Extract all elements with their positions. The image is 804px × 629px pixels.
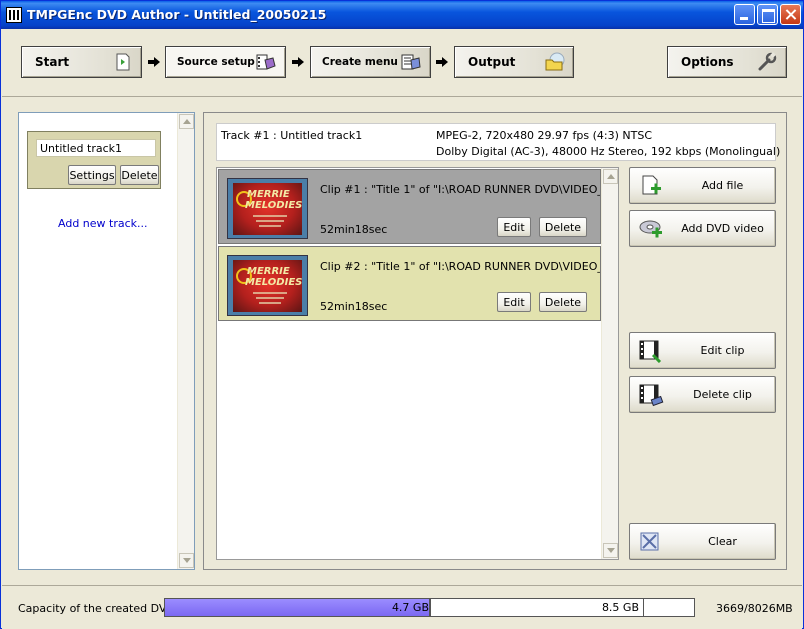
capacity-label: Capacity of the created DVD: [18,602,179,615]
step-arrow-icon [436,56,448,68]
clip-thumbnail: MERRIE MELODIES [227,178,308,239]
edit-clip-label: Edit clip [700,344,745,357]
add-file-button[interactable]: Add file [629,167,776,204]
add-dvd-video-button[interactable]: Add DVD video [629,210,776,247]
track-name-field[interactable]: Untitled track1 [36,139,156,157]
clip-duration: 52min18sec [320,300,388,313]
clip-list: MERRIE MELODIES Clip #1 : "Title 1" of "… [216,167,619,560]
add-file-label: Add file [701,179,744,192]
clear-x-icon [640,532,659,551]
track-list-scrollbar[interactable] [177,113,194,569]
track-info-title: Track #1 : Untitled track1 [221,129,363,142]
clip-title: Clip #2 : "Title 1" of "I:\ROAD RUNNER D… [320,260,600,273]
step-arrow-icon [292,56,304,68]
track-info-box: Track #1 : Untitled track1 MPEG-2, 720x4… [216,123,780,161]
step-output-label: Output [468,55,516,69]
options-label: Options [681,55,734,69]
clip-delete-button[interactable]: Delete [539,217,587,237]
clear-button[interactable]: Clear [629,523,776,560]
track-settings-button[interactable]: Settings [68,165,116,185]
add-file-icon [642,175,661,195]
options-button[interactable]: Options [667,46,787,78]
dvd-disc-icon [639,220,662,238]
step-start-button[interactable]: Start [21,46,142,78]
clip-item[interactable]: MERRIE MELODIES Clip #2 : "Title 1" of "… [218,246,601,321]
clip-title: Clip #1 : "Title 1" of "I:\ROAD RUNNER D… [320,183,600,196]
page-arrow-icon [116,53,130,71]
minimize-button[interactable] [734,4,755,25]
track-info-audio: Dolby Digital (AC-3), 48000 Hz Stereo, 1… [436,145,781,158]
capacity-mark-4-7: 4.7 GB [391,601,429,614]
close-button[interactable] [780,4,801,25]
capacity-divider [430,599,431,616]
film-delete-icon [639,384,664,407]
track-info-video: MPEG-2, 720x480 29.97 fps (4:3) NTSC [436,129,653,142]
capacity-divider [643,599,644,616]
maximize-button[interactable] [757,4,778,25]
clip-duration: 52min18sec [320,223,388,236]
step-start-label: Start [35,55,70,69]
clip-item[interactable]: MERRIE MELODIES Clip #1 : "Title 1" of "… [218,169,601,244]
app-icon [6,7,22,23]
track-card[interactable]: Untitled track1 Settings Delete [27,131,161,189]
clip-delete-button[interactable]: Delete [539,292,587,312]
step-arrow-icon [148,56,160,68]
clip-thumbnail: MERRIE MELODIES [227,255,308,316]
status-bar: Capacity of the created DVD: 4.7 GB 8.5 … [2,585,802,629]
capacity-mark-8-5: 8.5 GB [601,601,639,614]
delete-clip-button[interactable]: Delete clip [629,376,776,413]
track-list-panel: Untitled track1 Settings Delete Add new … [18,112,195,570]
menu-box-icon [401,54,421,70]
capacity-bar: 4.7 GB 8.5 GB [164,598,695,617]
step-create-menu-button[interactable]: Create menu [310,46,431,78]
source-setup-panel: Track #1 : Untitled track1 MPEG-2, 720x4… [203,112,787,570]
scroll-up-icon[interactable] [179,114,194,129]
clip-edit-button[interactable]: Edit [497,217,531,237]
add-dvd-video-label: Add DVD video [681,222,764,235]
app-window: TMPGEnc DVD Author - Untitled_20050215 S… [0,0,804,629]
track-delete-button[interactable]: Delete [120,165,159,185]
step-output-button[interactable]: Output [454,46,574,78]
scroll-up-icon[interactable] [603,169,618,184]
scroll-down-icon[interactable] [179,553,194,568]
film-edit-icon [639,340,662,363]
edit-clip-button[interactable]: Edit clip [629,332,776,369]
step-create-menu-label: Create menu [322,56,398,68]
film-box-icon [256,54,276,70]
clip-edit-button[interactable]: Edit [497,292,531,312]
folder-disc-icon [545,52,565,71]
clear-label: Clear [708,535,737,548]
step-source-setup-button[interactable]: Source setup [165,46,286,78]
window-title: TMPGEnc DVD Author - Untitled_20050215 [27,7,327,22]
delete-clip-label: Delete clip [693,388,752,401]
clip-list-scrollbar[interactable] [601,168,618,559]
scroll-down-icon[interactable] [603,543,618,558]
step-source-setup-label: Source setup [177,56,255,68]
capacity-usage: 3669/8026MB [716,602,793,615]
add-new-track-link[interactable]: Add new track... [58,217,148,230]
step-toolbar: Start Source setup Create menu Output Op… [2,29,802,97]
title-bar[interactable]: TMPGEnc DVD Author - Untitled_20050215 [1,1,803,29]
wrench-icon [758,52,777,71]
